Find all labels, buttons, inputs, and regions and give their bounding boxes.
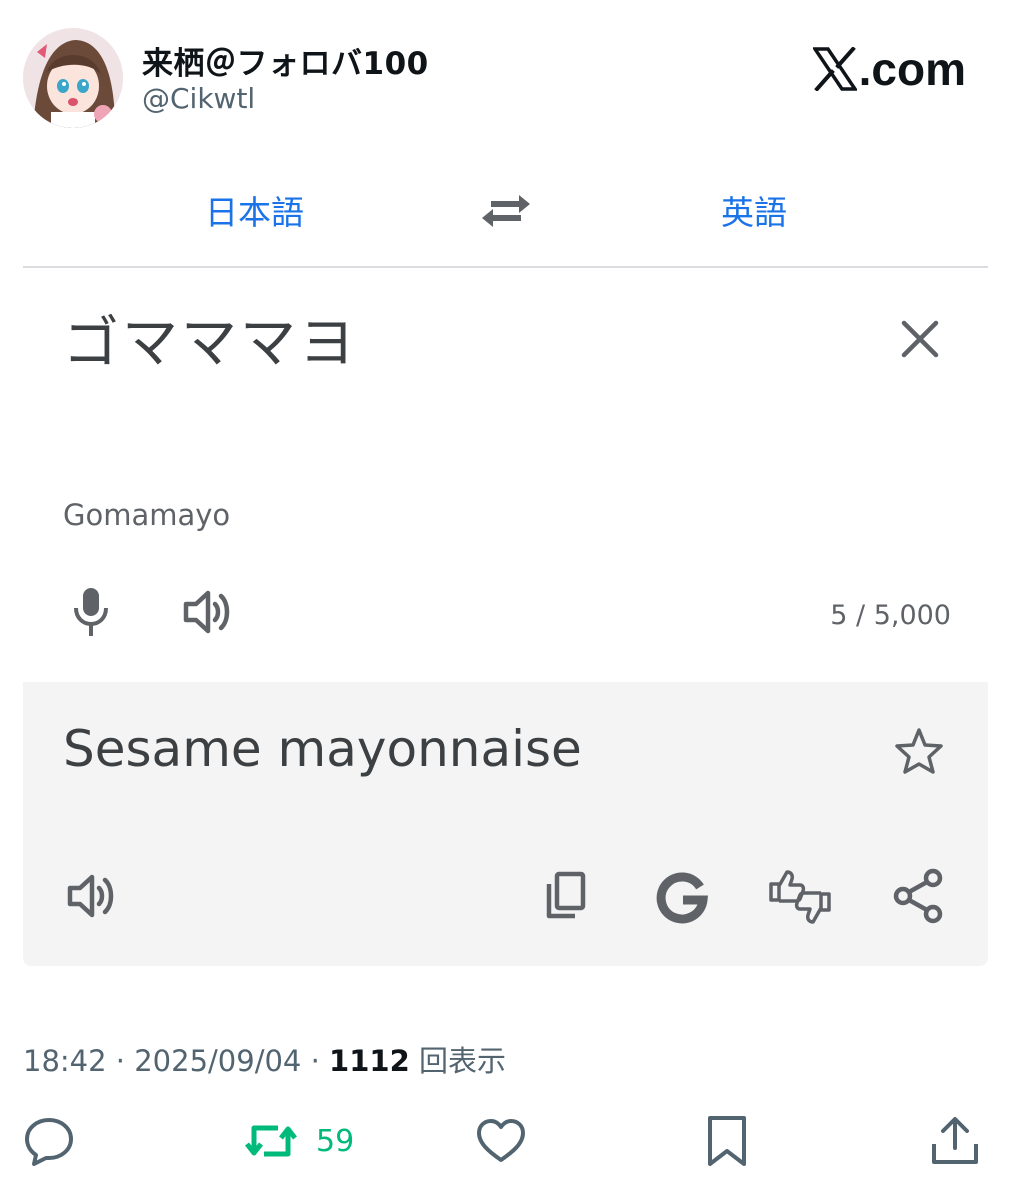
close-icon[interactable] bbox=[899, 318, 941, 360]
retweet-icon bbox=[245, 1125, 297, 1157]
tweet-header: 来栖＠フォロバ100 @Cikwtl .com bbox=[0, 0, 1010, 140]
translated-text: Sesame mayonnaise bbox=[63, 720, 582, 778]
character-count: 5 / 5,000 bbox=[830, 600, 951, 631]
views-label: 回表示 bbox=[409, 1044, 506, 1078]
google-icon[interactable] bbox=[655, 870, 709, 924]
source-text-input[interactable]: ゴマママヨ bbox=[63, 298, 358, 379]
bookmark-button[interactable] bbox=[700, 1114, 754, 1168]
display-name[interactable]: 来栖＠フォロバ100 bbox=[142, 38, 429, 83]
swap-icon[interactable] bbox=[479, 186, 533, 230]
tweet-meta: 18:42 · 2025/09/04 · 1112 回表示 bbox=[23, 1038, 506, 1080]
share-icon[interactable] bbox=[893, 868, 945, 924]
copy-icon[interactable] bbox=[539, 870, 589, 924]
target-language-button[interactable]: 英語 bbox=[721, 186, 787, 234]
views-count: 1112 bbox=[329, 1044, 410, 1078]
user-handle[interactable]: @Cikwtl bbox=[142, 82, 255, 115]
speaker-icon[interactable] bbox=[67, 872, 121, 920]
reply-button[interactable] bbox=[22, 1114, 76, 1168]
brand-text: .com bbox=[858, 43, 966, 95]
x-logo-icon bbox=[812, 47, 857, 91]
bookmark-icon bbox=[708, 1116, 746, 1166]
avatar[interactable] bbox=[23, 28, 123, 128]
source-language-button[interactable]: 日本語 bbox=[205, 186, 304, 234]
microphone-icon[interactable] bbox=[71, 586, 111, 638]
translation-result-panel: Sesame mayonnaise bbox=[23, 682, 988, 966]
like-icon bbox=[477, 1119, 525, 1162]
language-bar: 日本語 英語 bbox=[23, 160, 988, 268]
x-brand: .com bbox=[812, 42, 966, 96]
timestamp[interactable]: 18:42 · 2025/09/04 · bbox=[23, 1044, 329, 1078]
tweet-actions: 59 bbox=[0, 1110, 1010, 1170]
feedback-icon[interactable] bbox=[767, 866, 833, 928]
retweet-button[interactable]: 59 bbox=[244, 1114, 354, 1168]
source-panel: ゴマママヨ Gomamayo 5 / 5,000 bbox=[23, 270, 988, 680]
upload-icon bbox=[932, 1117, 978, 1164]
star-icon[interactable] bbox=[893, 726, 945, 776]
share-tweet-button[interactable] bbox=[928, 1114, 982, 1168]
reply-icon bbox=[25, 1118, 73, 1166]
like-button[interactable] bbox=[474, 1114, 528, 1168]
romanization: Gomamayo bbox=[63, 498, 231, 532]
speaker-icon[interactable] bbox=[183, 588, 237, 636]
retweet-count: 59 bbox=[316, 1123, 355, 1159]
